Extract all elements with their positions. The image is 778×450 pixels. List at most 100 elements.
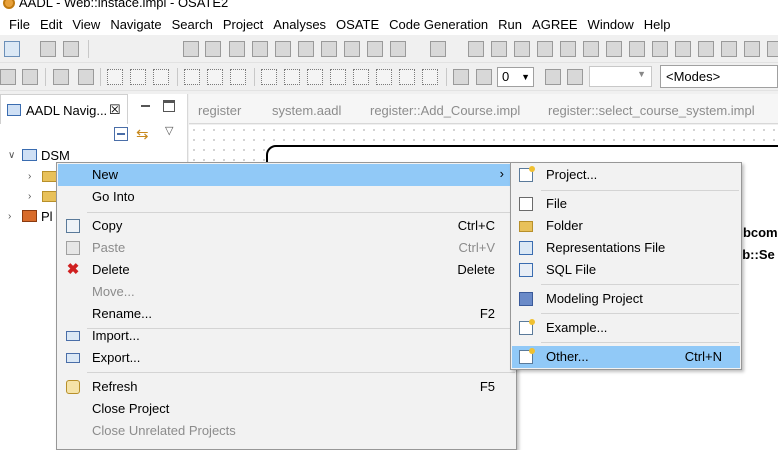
zoom-level-select[interactable]: 0 ▼ bbox=[497, 67, 534, 87]
submenu-item-sql-file[interactable]: SQL File bbox=[512, 259, 740, 281]
redo-icon[interactable] bbox=[205, 41, 221, 57]
minimize-icon[interactable] bbox=[139, 100, 151, 112]
menu-edit[interactable]: Edit bbox=[35, 17, 67, 32]
menu-item-close-unrelated-projects[interactable]: Close Unrelated Projects bbox=[58, 420, 515, 442]
submenu-item-file[interactable]: File bbox=[512, 193, 740, 215]
puzzle-icon[interactable] bbox=[675, 41, 691, 57]
property-icon[interactable] bbox=[468, 41, 484, 57]
view-icon[interactable] bbox=[606, 41, 622, 57]
modes-combo[interactable]: <Modes> bbox=[660, 65, 778, 88]
transform-icon[interactable] bbox=[583, 41, 599, 57]
tab-select-course-system-impl[interactable]: register::select_course_system.impl bbox=[548, 103, 755, 118]
navigator-tab[interactable]: AADL Navig... ☒ bbox=[0, 94, 128, 124]
group-icon[interactable] bbox=[422, 69, 438, 85]
paste-toolbar-icon[interactable] bbox=[78, 69, 94, 85]
tab-add-course-impl[interactable]: register::Add_Course.impl bbox=[370, 103, 520, 118]
copy-toolbar-icon[interactable] bbox=[53, 69, 69, 85]
tree-item-plugin-resources[interactable]: › Pl bbox=[8, 206, 53, 226]
tab-system-aadl[interactable]: system.aadl bbox=[272, 103, 341, 118]
layout-icon[interactable] bbox=[514, 41, 530, 57]
menu-navigate[interactable]: Navigate bbox=[105, 17, 166, 32]
submenu-item-modeling-project[interactable]: Modeling Project bbox=[512, 288, 740, 310]
distribute-icon[interactable] bbox=[307, 69, 323, 85]
new-wizard-icon[interactable] bbox=[4, 41, 20, 57]
layout-grid-icon[interactable] bbox=[353, 69, 369, 85]
shield-icon[interactable] bbox=[629, 41, 645, 57]
submenu-item-folder[interactable]: Folder bbox=[512, 215, 740, 237]
menu-osate[interactable]: OSATE bbox=[331, 17, 384, 32]
feature-icon[interactable] bbox=[298, 41, 314, 57]
menu-help[interactable]: Help bbox=[639, 17, 676, 32]
menu-project[interactable]: Project bbox=[218, 17, 268, 32]
component-icon[interactable] bbox=[275, 41, 291, 57]
view-menu-icon[interactable]: ▽ bbox=[165, 124, 173, 137]
submenu-item-example[interactable]: Example... bbox=[512, 317, 740, 339]
chevron-down-icon[interactable]: ∨ bbox=[8, 150, 22, 161]
menu-item-delete[interactable]: ✖ Delete Delete bbox=[58, 259, 515, 281]
chevron-right-icon[interactable]: › bbox=[28, 171, 42, 182]
bulb-icon[interactable] bbox=[721, 41, 737, 57]
match-width-icon[interactable] bbox=[261, 69, 277, 85]
back-icon[interactable] bbox=[0, 69, 16, 85]
collapse-all-icon[interactable] bbox=[114, 127, 128, 141]
chevron-right-icon[interactable]: › bbox=[28, 191, 42, 202]
menu-item-move[interactable]: Move... bbox=[58, 281, 515, 303]
save-all-icon[interactable] bbox=[63, 41, 79, 57]
menu-window[interactable]: Window bbox=[583, 17, 639, 32]
arrange-icon[interactable] bbox=[376, 69, 392, 85]
menu-file[interactable]: File bbox=[4, 17, 35, 32]
menu-analyses[interactable]: Analyses bbox=[268, 17, 331, 32]
menu-item-import[interactable]: Import... bbox=[58, 325, 515, 347]
align-bottom-icon[interactable] bbox=[230, 69, 246, 85]
menu-item-refresh[interactable]: Refresh F5 bbox=[58, 376, 515, 398]
run-icon[interactable] bbox=[390, 41, 406, 57]
align-left-icon[interactable] bbox=[107, 69, 123, 85]
flow-icon[interactable] bbox=[344, 41, 360, 57]
diagram-icon[interactable] bbox=[491, 41, 507, 57]
bulb-2-icon[interactable] bbox=[744, 41, 760, 57]
align-right-icon[interactable] bbox=[153, 69, 169, 85]
instantiate-icon[interactable] bbox=[252, 41, 268, 57]
mode-icon[interactable] bbox=[367, 41, 383, 57]
menu-agree[interactable]: AGREE bbox=[527, 17, 583, 32]
zoom-in-icon[interactable] bbox=[567, 69, 583, 85]
tab-register[interactable]: register bbox=[198, 103, 241, 118]
save-icon[interactable] bbox=[40, 41, 56, 57]
submenu-item-project[interactable]: Project... bbox=[512, 164, 740, 186]
menu-item-new[interactable]: New › bbox=[58, 164, 515, 186]
filter-icon[interactable] bbox=[537, 41, 553, 57]
tool-icon[interactable] bbox=[430, 41, 446, 57]
align-middle-icon[interactable] bbox=[207, 69, 223, 85]
link-with-editor-icon[interactable]: ⇆ bbox=[136, 125, 149, 143]
submenu-item-representations-file[interactable]: Representations File bbox=[512, 237, 740, 259]
settings-icon[interactable] bbox=[652, 41, 668, 57]
menu-search[interactable]: Search bbox=[167, 17, 218, 32]
match-height-icon[interactable] bbox=[284, 69, 300, 85]
undo-icon[interactable] bbox=[183, 41, 199, 57]
menu-item-copy[interactable]: Copy Ctrl+C bbox=[58, 215, 515, 237]
forward-icon[interactable] bbox=[22, 69, 38, 85]
layer-combo[interactable]: ▼ bbox=[589, 66, 652, 87]
close-icon[interactable]: ☒ bbox=[109, 102, 121, 118]
menu-item-close-project[interactable]: Close Project bbox=[58, 398, 515, 420]
align-top-icon[interactable] bbox=[184, 69, 200, 85]
square-icon[interactable] bbox=[698, 41, 714, 57]
menu-item-go-into[interactable]: Go Into bbox=[58, 186, 515, 208]
align-center-icon[interactable] bbox=[130, 69, 146, 85]
package-icon[interactable] bbox=[399, 69, 415, 85]
edit-icon[interactable] bbox=[560, 41, 576, 57]
maximize-icon[interactable] bbox=[163, 100, 175, 112]
menu-view[interactable]: View bbox=[67, 17, 105, 32]
menu-code-generation[interactable]: Code Generation bbox=[384, 17, 493, 32]
info-icon[interactable] bbox=[767, 41, 778, 57]
menu-item-rename[interactable]: Rename... F2 bbox=[58, 303, 515, 325]
menu-item-export[interactable]: Export... bbox=[58, 347, 515, 369]
menu-item-paste[interactable]: Paste Ctrl+V bbox=[58, 237, 515, 259]
analysis-icon[interactable] bbox=[229, 41, 245, 57]
connection-icon[interactable] bbox=[321, 41, 337, 57]
submenu-item-other[interactable]: Other... Ctrl+N bbox=[512, 346, 740, 368]
zoom-fit-icon[interactable] bbox=[453, 69, 469, 85]
zoom-reset-icon[interactable] bbox=[476, 69, 492, 85]
chevron-right-icon[interactable]: › bbox=[8, 211, 22, 222]
menu-run[interactable]: Run bbox=[493, 17, 527, 32]
